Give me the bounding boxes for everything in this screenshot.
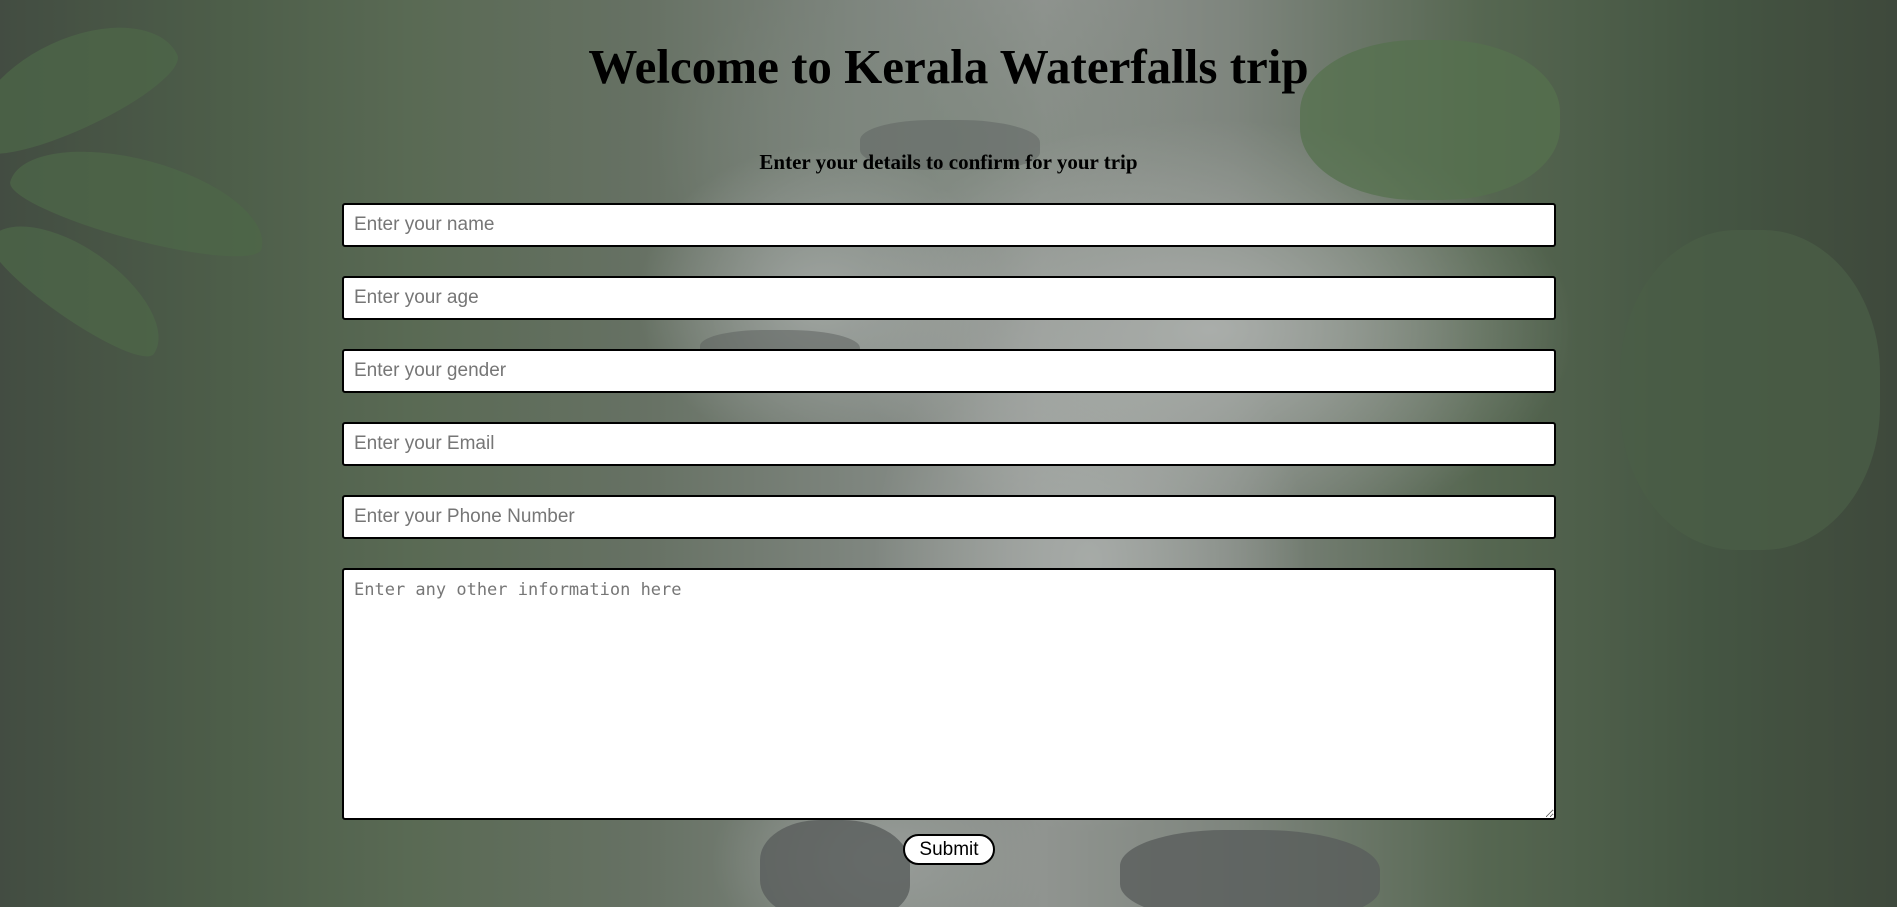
other-info-textarea[interactable] [342,568,1556,820]
submit-button[interactable]: Submit [903,834,995,865]
email-input[interactable] [342,422,1556,466]
page-title: Welcome to Kerala Waterfalls trip [588,39,1309,94]
phone-input[interactable] [342,495,1556,539]
age-input[interactable] [342,276,1556,320]
trip-form-page: Welcome to Kerala Waterfalls trip Enter … [0,0,1897,907]
form-subtitle: Enter your details to confirm for your t… [759,150,1138,174]
gender-input[interactable] [342,349,1556,393]
name-input[interactable] [342,203,1556,247]
